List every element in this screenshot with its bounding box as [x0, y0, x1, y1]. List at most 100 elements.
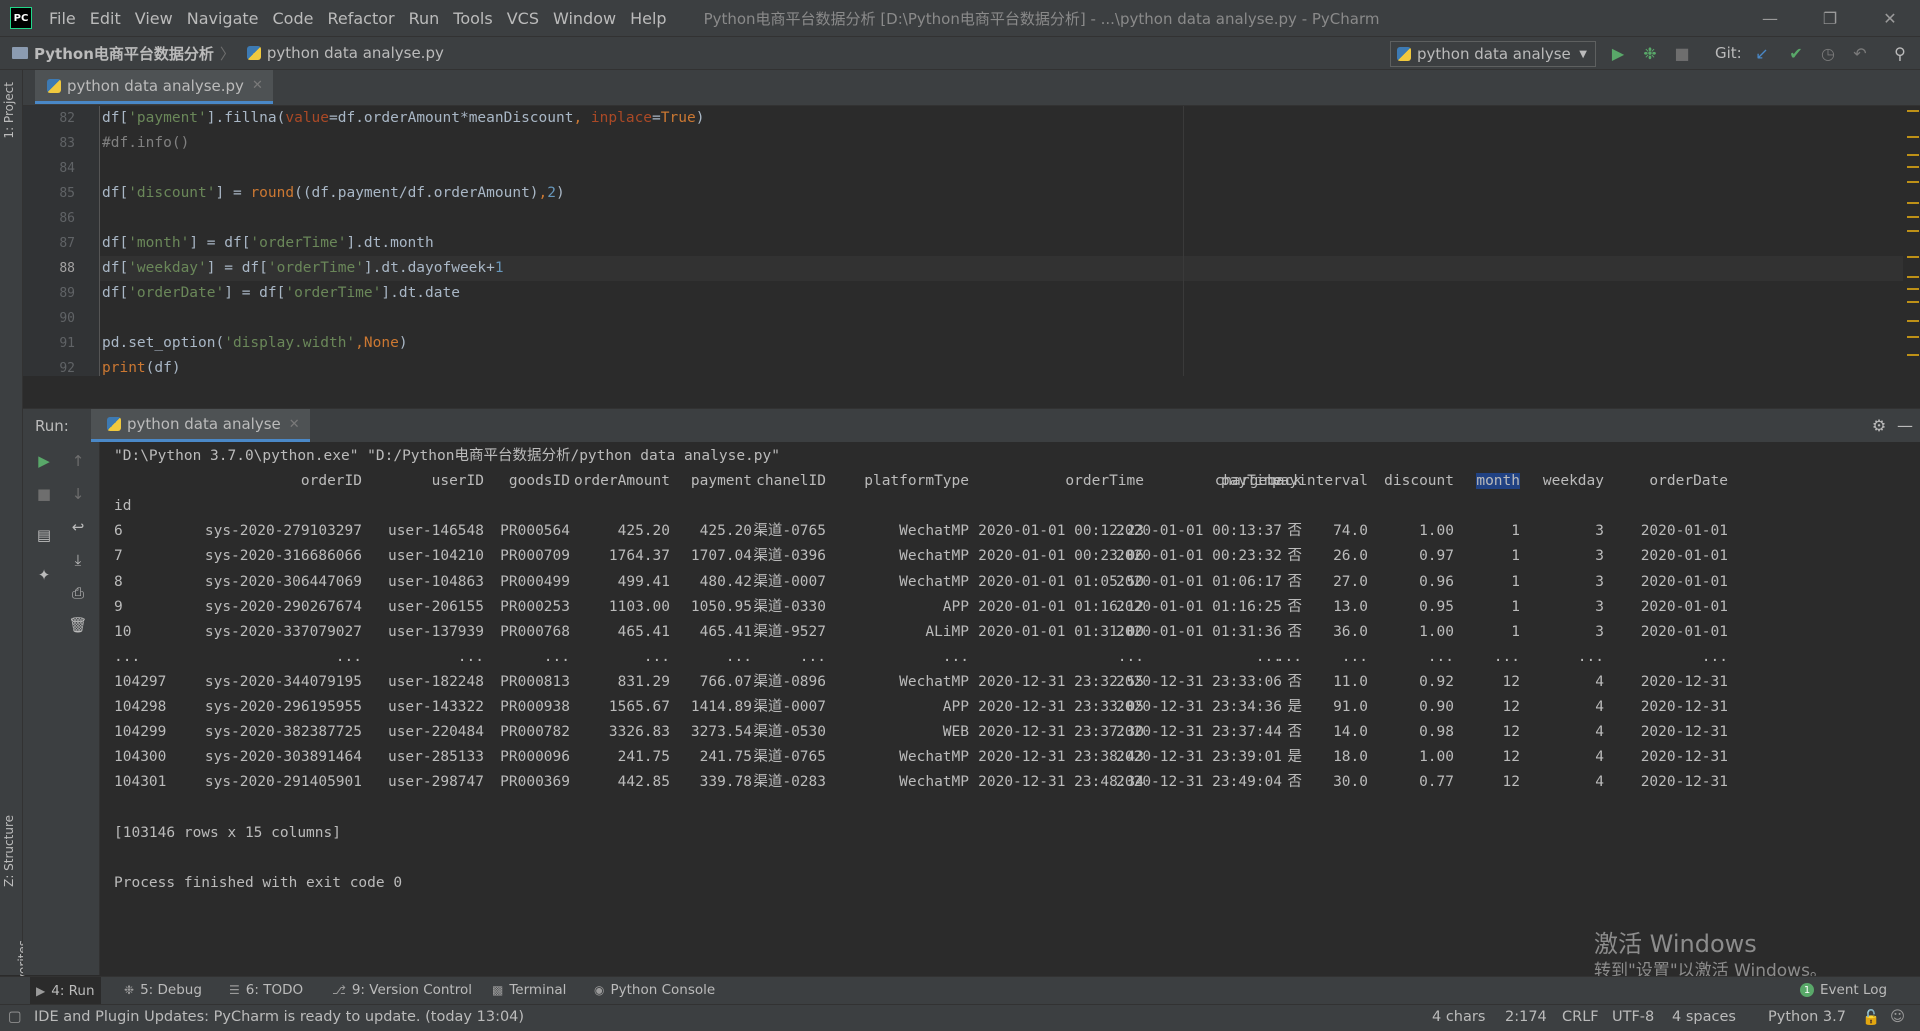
scrollbar-marker[interactable]	[1907, 288, 1919, 290]
scrollbar-marker[interactable]	[1907, 166, 1919, 168]
breadcrumb-project[interactable]: Python电商平台数据分析	[34, 43, 214, 64]
editor-tab-python-data-analyse[interactable]: python data analyse.py ✕	[35, 70, 273, 104]
menu-tools[interactable]: Tools	[453, 9, 492, 28]
stop-icon[interactable]: ■	[1672, 43, 1692, 63]
revert-icon[interactable]: ↶	[1850, 43, 1870, 63]
menu-code[interactable]: Code	[273, 9, 314, 28]
trash-icon[interactable]: 🗑	[67, 614, 89, 636]
menu-file[interactable]: File	[49, 9, 76, 28]
run-icon[interactable]: ▶	[1608, 43, 1628, 63]
terminal-icon: ▩	[492, 983, 504, 997]
minimize-icon[interactable]: —	[1895, 415, 1915, 435]
run-console-output[interactable]: "D:\Python 3.7.0\python.exe" "D:/Python电…	[100, 442, 1920, 975]
debug-icon[interactable]: ❉	[1640, 43, 1660, 63]
code-token: 'discount'	[128, 185, 216, 201]
soft-wrap-icon[interactable]: ↩	[67, 516, 89, 538]
code-line[interactable]	[100, 306, 1904, 331]
breadcrumb-file[interactable]: python data analyse.py	[267, 44, 444, 62]
run-tool-button[interactable]: ▶ 4: Run	[30, 977, 101, 1005]
menu-help[interactable]: Help	[630, 9, 666, 28]
close-icon[interactable]: ✕	[252, 78, 263, 93]
menu-run[interactable]: Run	[409, 9, 440, 28]
settings-icon[interactable]: ⚙	[1869, 415, 1889, 435]
status-caret-position[interactable]: 2:174	[1505, 1009, 1547, 1025]
code-line[interactable]: df['month'] = df['orderTime'].dt.month	[100, 231, 1904, 256]
editor-scrollbar[interactable]	[1903, 106, 1920, 376]
scrollbar-marker[interactable]	[1907, 216, 1919, 218]
status-indent[interactable]: 4 spaces	[1672, 1009, 1736, 1025]
code-line[interactable]: print(df)	[100, 356, 1904, 381]
run-tab-label: python data analyse	[127, 415, 281, 433]
code-line[interactable]: df['payment'].fillna(value=df.orderAmoun…	[100, 106, 1904, 131]
close-window-button[interactable]: ✕	[1860, 0, 1920, 36]
status-toggle-icon[interactable]: ▢	[8, 1009, 22, 1025]
scroll-down-icon[interactable]: ↓	[67, 483, 89, 505]
event-count-badge: 1	[1800, 983, 1814, 997]
scrollbar-marker[interactable]	[1907, 230, 1919, 232]
scrollbar-marker[interactable]	[1907, 301, 1919, 303]
inspector-icon[interactable]: ☺	[1890, 1009, 1905, 1025]
stop-icon[interactable]: ■	[33, 483, 55, 505]
minimize-window-button[interactable]: —	[1740, 0, 1800, 36]
code-line[interactable]: df['discount'] = round((df.payment/df.or…	[100, 181, 1904, 206]
version-control-tool-button[interactable]: ⎇ 9: Version Control	[332, 982, 472, 998]
menu-edit[interactable]: Edit	[90, 9, 121, 28]
menu-navigate[interactable]: Navigate	[187, 9, 259, 28]
terminal-tool-button[interactable]: ▩ Terminal	[492, 982, 566, 998]
scrollbar-marker[interactable]	[1907, 110, 1919, 112]
todo-tool-button[interactable]: ☰ 6: TODO	[229, 982, 303, 998]
code-token: ] = df[	[189, 235, 251, 251]
scrollbar-marker[interactable]	[1907, 202, 1919, 204]
search-icon[interactable]: ⚲	[1890, 43, 1910, 63]
code-line[interactable]	[100, 156, 1904, 181]
line-number-gutter[interactable]: 82 83 84 85 86 87 88 89 90 91 92	[23, 106, 100, 376]
scroll-to-end-icon[interactable]: ⤓	[67, 549, 89, 571]
project-tool-tab[interactable]: 1: Project	[2, 82, 16, 139]
rerun-icon[interactable]: ▶	[33, 450, 55, 472]
code-token: round	[250, 185, 295, 201]
pin-icon[interactable]: ✦	[33, 564, 55, 586]
status-line-separator[interactable]: CRLF	[1562, 1009, 1599, 1025]
print-icon[interactable]: ⎙	[67, 582, 89, 604]
scrollbar-marker[interactable]	[1907, 256, 1919, 258]
scrollbar-marker[interactable]	[1907, 181, 1919, 183]
git-update-icon[interactable]: ↙	[1752, 43, 1772, 63]
code-line-current[interactable]: df['weekday'] = df['orderTime'].dt.dayof…	[100, 256, 1904, 281]
status-interpreter[interactable]: Python 3.7	[1768, 1009, 1846, 1025]
git-commit-icon[interactable]: ✔	[1786, 43, 1806, 63]
run-configuration-label: python data analyse	[1417, 45, 1571, 63]
scroll-up-icon[interactable]: ↑	[67, 450, 89, 472]
scrollbar-marker[interactable]	[1907, 276, 1919, 278]
line-number: 86	[59, 211, 75, 226]
run-tab-python-data-analyse[interactable]: python data analyse ✕	[91, 409, 310, 442]
code-token: 2	[547, 185, 556, 201]
run-configuration-select[interactable]: python data analyse ▼	[1390, 41, 1596, 67]
history-icon[interactable]: ◷	[1818, 43, 1838, 63]
debug-tool-button[interactable]: ❉ 5: Debug	[124, 982, 202, 998]
status-encoding[interactable]: UTF-8	[1612, 1009, 1654, 1025]
menu-vcs[interactable]: VCS	[507, 9, 539, 28]
code-line[interactable]	[100, 206, 1904, 231]
scrollbar-marker[interactable]	[1907, 136, 1919, 138]
python-console-tool-button[interactable]: ◉ Python Console	[594, 982, 715, 998]
scrollbar-marker[interactable]	[1907, 154, 1919, 156]
scrollbar-marker[interactable]	[1907, 354, 1919, 356]
scrollbar-marker[interactable]	[1907, 320, 1919, 322]
restore-window-button[interactable]: ❐	[1800, 0, 1860, 36]
code-editor[interactable]: df['payment'].fillna(value=df.orderAmoun…	[100, 106, 1904, 376]
menu-refactor[interactable]: Refactor	[327, 9, 394, 28]
lock-icon[interactable]: 🔓	[1862, 1009, 1880, 1026]
layout-icon[interactable]: ▤	[33, 524, 55, 546]
structure-tool-tab[interactable]: Z: Structure	[2, 815, 16, 887]
scrollbar-marker[interactable]	[1907, 336, 1919, 338]
event-log-button[interactable]: 1 Event Log	[1800, 982, 1887, 998]
status-message[interactable]: IDE and Plugin Updates: PyCharm is ready…	[34, 1009, 524, 1025]
code-line[interactable]: df['orderDate'] = df['orderTime'].dt.dat…	[100, 281, 1904, 306]
menu-view[interactable]: View	[135, 9, 173, 28]
code-line[interactable]: #df.info()	[100, 131, 1904, 156]
code-line[interactable]: pd.set_option('display.width',None)	[100, 331, 1904, 356]
terminal-tool-label: Terminal	[509, 982, 567, 998]
close-icon[interactable]: ✕	[289, 417, 300, 432]
code-token: ].dt.dayofweek+	[363, 260, 495, 276]
menu-window[interactable]: Window	[553, 9, 616, 28]
